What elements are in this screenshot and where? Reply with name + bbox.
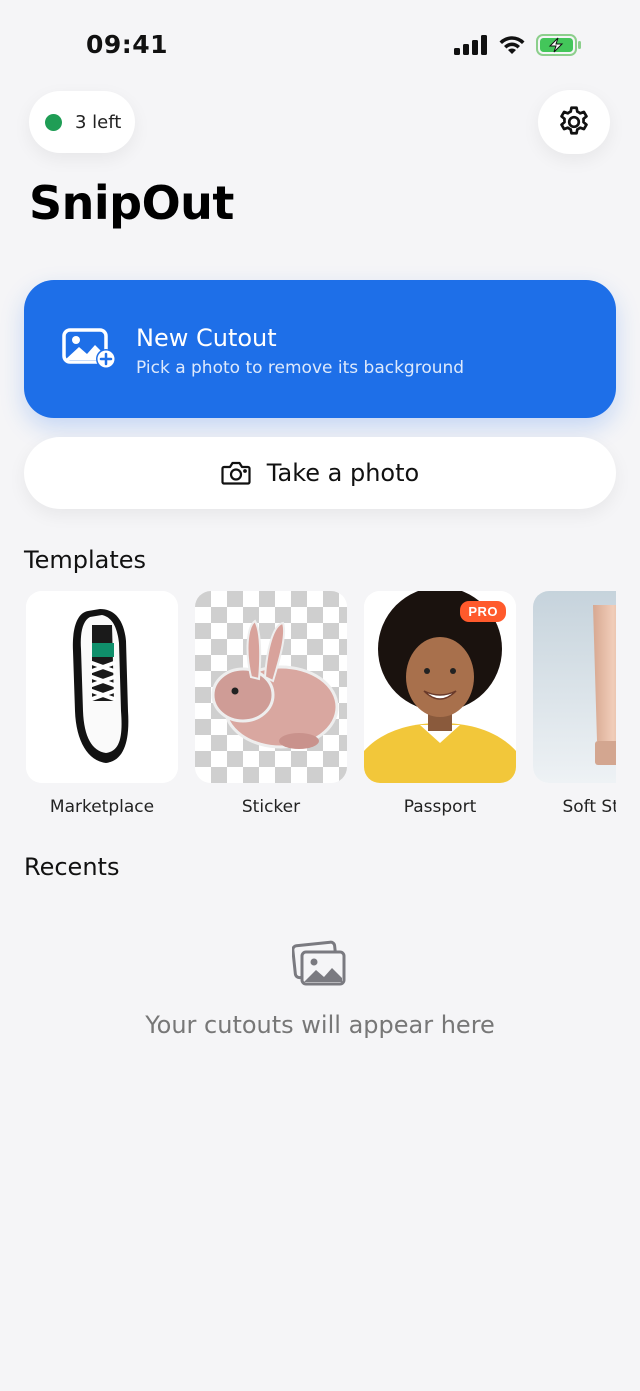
credits-label: 3 left — [75, 111, 122, 133]
template-label: Passport — [403, 797, 477, 817]
rabbit-on-transparent-image — [195, 591, 347, 783]
recents-empty-state: Your cutouts will appear here — [0, 940, 640, 1039]
template-thumb-soft-studio — [533, 591, 616, 783]
status-icons — [454, 34, 582, 56]
template-card-passport[interactable]: PRO Passport — [364, 591, 516, 817]
credits-remaining-pill[interactable]: 3 left — [29, 91, 135, 153]
template-thumb-sticker — [195, 591, 347, 783]
camera-icon — [221, 461, 251, 485]
templates-carousel[interactable]: Marketplace Sticker PRO Passport Soft St — [26, 591, 616, 831]
template-card-sticker[interactable]: Sticker — [195, 591, 347, 817]
cellular-signal-icon — [454, 35, 487, 55]
add-photo-icon — [62, 328, 116, 369]
recents-empty-text: Your cutouts will appear here — [145, 1011, 495, 1039]
status-dot-icon — [45, 113, 62, 131]
app-title: SnipOut — [29, 176, 234, 230]
template-thumb-passport: PRO — [364, 591, 516, 783]
template-label: Soft Studio — [562, 797, 616, 817]
photo-stack-icon — [291, 940, 346, 986]
status-time: 09:41 — [86, 30, 169, 59]
templates-heading: Templates — [24, 546, 147, 574]
template-card-marketplace[interactable]: Marketplace — [26, 591, 178, 817]
template-label: Sticker — [241, 797, 301, 817]
recents-heading: Recents — [24, 853, 120, 881]
new-cutout-subtitle: Pick a photo to remove its background — [136, 358, 465, 378]
wifi-icon — [499, 36, 525, 54]
gear-icon — [560, 106, 588, 135]
template-card-soft-studio[interactable]: Soft Studio — [533, 591, 616, 817]
take-photo-button[interactable]: Take a photo — [24, 437, 616, 509]
new-cutout-button[interactable]: New Cutout Pick a photo to remove its ba… — [24, 280, 616, 418]
template-thumb-marketplace — [26, 591, 178, 783]
pro-badge: PRO — [460, 601, 506, 622]
take-photo-label: Take a photo — [266, 459, 420, 487]
battery-charging-icon — [536, 34, 581, 56]
status-bar: 09:41 — [0, 0, 640, 92]
new-cutout-text: New Cutout Pick a photo to remove its ba… — [136, 324, 464, 378]
new-cutout-title: New Cutout — [136, 324, 277, 352]
sneaker-image — [26, 591, 178, 783]
settings-button[interactable] — [538, 90, 610, 154]
template-label: Marketplace — [49, 797, 155, 817]
cosmetic-tube-image — [533, 591, 616, 783]
